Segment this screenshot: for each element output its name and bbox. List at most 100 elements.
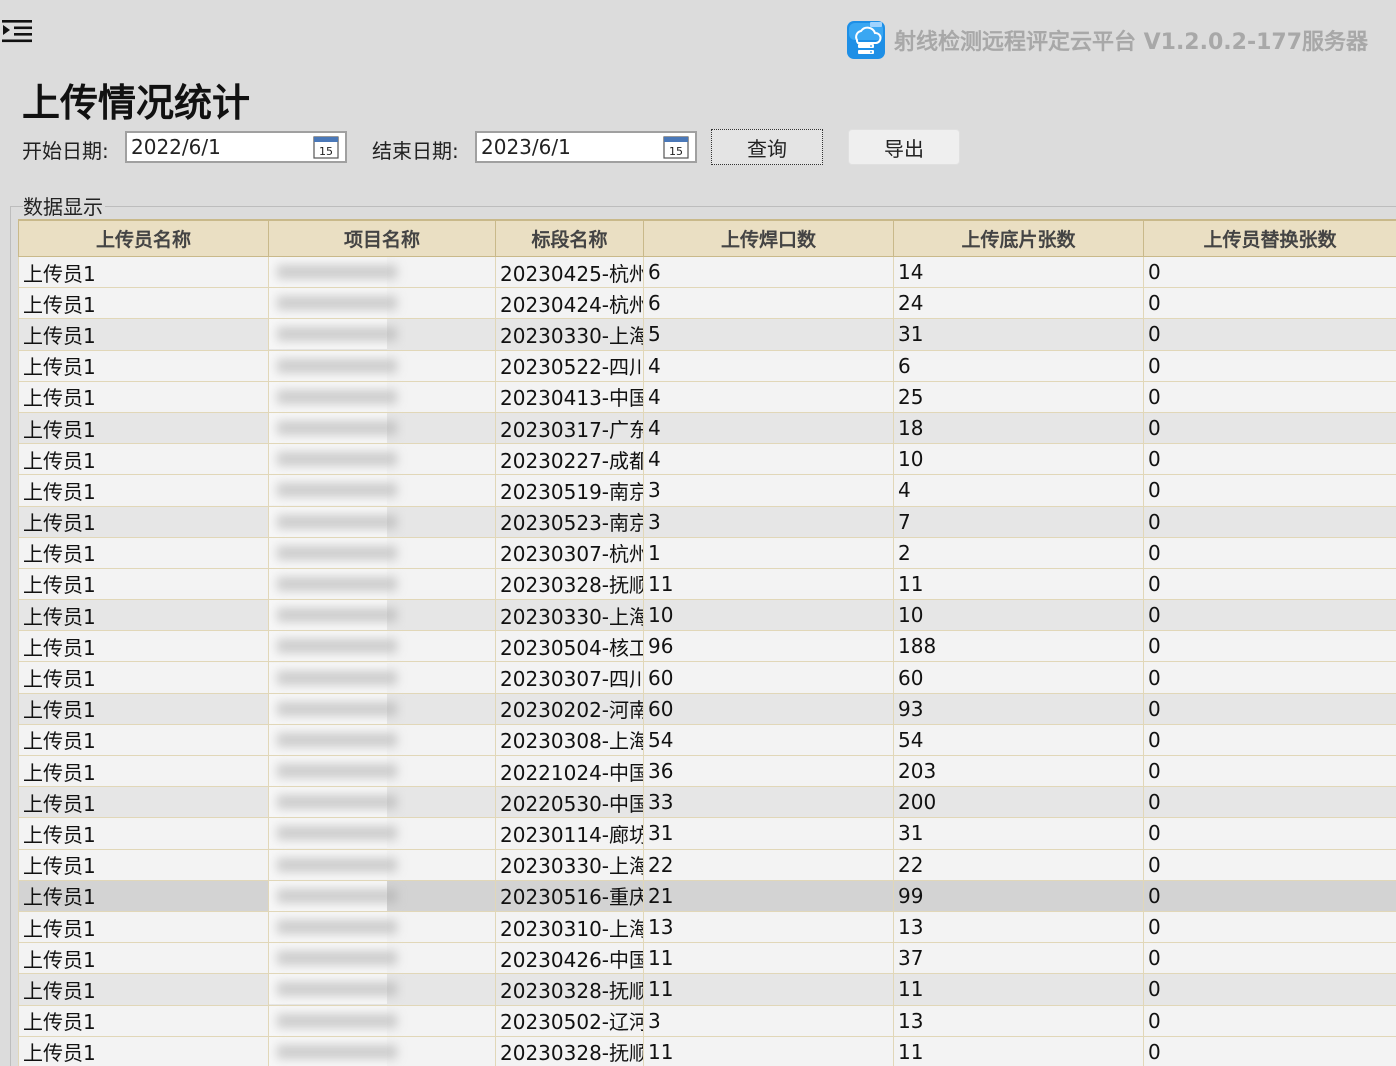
table-cell[interactable]: 200 <box>893 786 1144 819</box>
table-row[interactable]: 上传员1 20230114-廊坊 31 31 0 <box>18 817 1396 850</box>
table-cell[interactable]: 20230516-重庆 <box>495 879 644 912</box>
table-cell[interactable]: 上传员1 <box>18 411 269 445</box>
export-button[interactable]: 导出 <box>848 129 960 165</box>
table-cell[interactable]: 0 <box>1143 723 1396 757</box>
column-header[interactable]: 上传焊口数 <box>643 219 894 257</box>
column-header[interactable]: 项目名称 <box>268 219 496 257</box>
project-name-cell-redacted[interactable] <box>268 599 496 632</box>
table-cell[interactable]: 上传员1 <box>18 848 269 881</box>
table-row[interactable]: 上传员1 20230328-抚顺 11 11 0 <box>18 973 1396 1006</box>
table-cell[interactable]: 11 <box>643 1035 894 1066</box>
table-cell[interactable]: 上传员1 <box>18 692 269 725</box>
table-cell[interactable]: 1 <box>643 536 894 569</box>
column-header[interactable]: 上传员替换张数 <box>1143 219 1396 257</box>
table-cell[interactable]: 13 <box>893 910 1144 944</box>
table-cell[interactable]: 0 <box>1143 287 1396 320</box>
table-cell[interactable]: 203 <box>893 754 1144 788</box>
table-cell[interactable]: 20230504-核工 <box>495 630 644 663</box>
table-cell[interactable]: 54 <box>643 723 894 757</box>
table-cell[interactable]: 上传员1 <box>18 630 269 663</box>
project-name-cell-redacted[interactable] <box>268 817 496 850</box>
table-row[interactable]: 上传员1 20230516-重庆 21 99 0 <box>18 879 1396 912</box>
table-row[interactable]: 上传员1 20230330-上海 22 22 0 <box>18 848 1396 881</box>
table-cell[interactable]: 2 <box>893 536 1144 569</box>
table-cell[interactable]: 上传员1 <box>18 505 269 538</box>
table-cell[interactable]: 0 <box>1143 380 1396 413</box>
table-cell[interactable]: 20230426-中国 <box>495 942 644 975</box>
table-row[interactable]: 上传员1 20230504-核工 96 188 0 <box>18 630 1396 663</box>
table-cell[interactable]: 20230308-上海 <box>495 723 644 757</box>
table-cell[interactable]: 0 <box>1143 1004 1396 1037</box>
table-cell[interactable]: 4 <box>893 474 1144 507</box>
table-cell[interactable]: 18 <box>893 411 1144 445</box>
table-cell[interactable]: 54 <box>893 723 1144 757</box>
table-cell[interactable]: 4 <box>643 349 894 382</box>
table-cell[interactable]: 0 <box>1143 973 1396 1006</box>
table-cell[interactable]: 6 <box>643 255 894 289</box>
table-cell[interactable]: 上传员1 <box>18 786 269 819</box>
table-cell[interactable]: 上传员1 <box>18 817 269 850</box>
table-cell[interactable]: 20230330-上海 <box>495 318 644 351</box>
table-cell[interactable]: 上传员1 <box>18 973 269 1006</box>
table-cell[interactable]: 20230310-上海 <box>495 910 644 944</box>
table-cell[interactable]: 上传员1 <box>18 349 269 382</box>
table-cell[interactable]: 3 <box>643 1004 894 1037</box>
column-header[interactable]: 上传底片张数 <box>893 219 1144 257</box>
table-cell[interactable]: 36 <box>643 754 894 788</box>
table-cell[interactable]: 0 <box>1143 349 1396 382</box>
table-cell[interactable]: 0 <box>1143 567 1396 601</box>
table-row[interactable]: 上传员1 20230310-上海 13 13 0 <box>18 910 1396 944</box>
table-cell[interactable]: 上传员1 <box>18 879 269 912</box>
table-row[interactable]: 上传员1 20230522-四川 4 6 0 <box>18 349 1396 382</box>
table-cell[interactable]: 11 <box>893 973 1144 1006</box>
project-name-cell-redacted[interactable] <box>268 1004 496 1037</box>
project-name-cell-redacted[interactable] <box>268 910 496 944</box>
table-cell[interactable]: 0 <box>1143 443 1396 476</box>
project-name-cell-redacted[interactable] <box>268 661 496 694</box>
table-cell[interactable]: 4 <box>643 411 894 445</box>
table-cell[interactable]: 20230307-四川 <box>495 661 644 694</box>
project-name-cell-redacted[interactable] <box>268 1035 496 1066</box>
table-cell[interactable]: 0 <box>1143 661 1396 694</box>
table-cell[interactable]: 7 <box>893 505 1144 538</box>
table-cell[interactable]: 20230413-中国 <box>495 380 644 413</box>
table-cell[interactable]: 上传员1 <box>18 536 269 569</box>
table-cell[interactable]: 20230307-杭州 <box>495 536 644 569</box>
project-name-cell-redacted[interactable] <box>268 630 496 663</box>
project-name-cell-redacted[interactable] <box>268 848 496 881</box>
table-cell[interactable]: 0 <box>1143 474 1396 507</box>
menu-indent-icon[interactable] <box>0 14 34 48</box>
table-cell[interactable]: 0 <box>1143 910 1396 944</box>
table-cell[interactable]: 22 <box>643 848 894 881</box>
table-cell[interactable]: 4 <box>643 380 894 413</box>
project-name-cell-redacted[interactable] <box>268 287 496 320</box>
table-cell[interactable]: 20230202-河南 <box>495 692 644 725</box>
table-cell[interactable]: 11 <box>643 973 894 1006</box>
table-cell[interactable]: 20230502-辽河 <box>495 1004 644 1037</box>
table-cell[interactable]: 33 <box>643 786 894 819</box>
table-row[interactable]: 上传员1 20230308-上海 54 54 0 <box>18 723 1396 757</box>
calendar-icon[interactable]: 15 <box>313 135 339 159</box>
project-name-cell-redacted[interactable] <box>268 786 496 819</box>
table-cell[interactable]: 10 <box>893 443 1144 476</box>
table-cell[interactable]: 3 <box>643 505 894 538</box>
project-name-cell-redacted[interactable] <box>268 723 496 757</box>
table-cell[interactable]: 上传员1 <box>18 287 269 320</box>
table-cell[interactable]: 11 <box>643 942 894 975</box>
table-cell[interactable]: 0 <box>1143 848 1396 881</box>
table-cell[interactable]: 上传员1 <box>18 318 269 351</box>
table-cell[interactable]: 0 <box>1143 411 1396 445</box>
table-cell[interactable]: 20230330-上海 <box>495 848 644 881</box>
table-cell[interactable]: 20221024-中国 <box>495 754 644 788</box>
project-name-cell-redacted[interactable] <box>268 349 496 382</box>
project-name-cell-redacted[interactable] <box>268 536 496 569</box>
table-cell[interactable]: 14 <box>893 255 1144 289</box>
table-cell[interactable]: 20230523-南京 <box>495 505 644 538</box>
table-cell[interactable]: 11 <box>893 1035 1144 1066</box>
table-cell[interactable]: 60 <box>643 692 894 725</box>
table-cell[interactable]: 60 <box>893 661 1144 694</box>
table-cell[interactable]: 37 <box>893 942 1144 975</box>
column-header[interactable]: 标段名称 <box>495 219 644 257</box>
column-header[interactable]: 上传员名称 <box>18 219 269 257</box>
project-name-cell-redacted[interactable] <box>268 879 496 912</box>
